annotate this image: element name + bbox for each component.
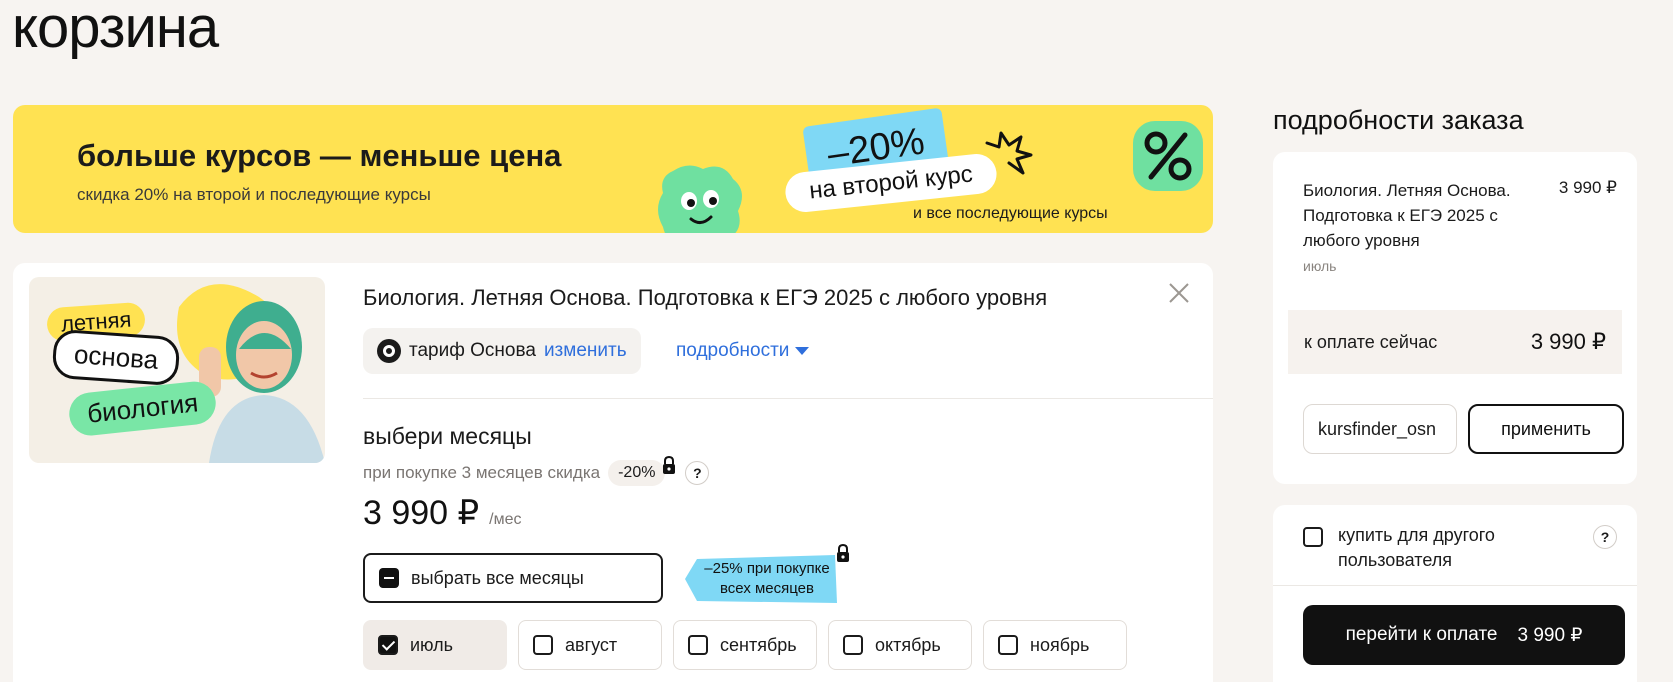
- months-subtitle: при покупке 3 месяцев скидка: [363, 463, 601, 482]
- divider: [1273, 585, 1637, 586]
- all-next-text: и все последующие курсы: [913, 205, 1108, 222]
- pay-now-label: к оплате сейчас: [1304, 331, 1438, 352]
- order-item-month: июль: [1303, 258, 1337, 274]
- change-tariff-link[interactable]: изменить: [544, 340, 627, 362]
- tariff-pill: тариф Основа изменить: [363, 328, 641, 374]
- percent-icon: [1133, 121, 1203, 191]
- select-all-label: выбрать все месяцы: [411, 567, 584, 588]
- months-discount-chip: -20%: [608, 460, 666, 486]
- order-details-title: подробности заказа: [1273, 105, 1524, 135]
- pay-now-amount: 3 990 ₽: [1530, 329, 1606, 354]
- help-icon[interactable]: ?: [685, 461, 710, 485]
- month-option-july[interactable]: июль: [363, 620, 507, 670]
- lock-icon: [663, 455, 676, 474]
- apply-promo-button[interactable]: применить: [1468, 404, 1624, 454]
- teacher-photo-icon: [177, 284, 325, 463]
- month-option-october[interactable]: октябрь: [828, 620, 972, 670]
- promo-line-1: –25% при покупке: [704, 560, 830, 577]
- month-option-august[interactable]: август: [518, 620, 662, 670]
- banner-title: больше курсов — меньше цена: [77, 138, 562, 173]
- checkbox-icon: [843, 635, 863, 655]
- promo-code-input[interactable]: [1303, 404, 1457, 454]
- checkout-label: перейти к оплате: [1345, 624, 1498, 645]
- months-subtitle-row: при покупке 3 месяцев скидка -20% ?: [363, 455, 710, 486]
- gift-label: купить для другого пользователя: [1338, 525, 1495, 570]
- checkbox-checked-icon: [378, 635, 398, 655]
- divider: [363, 398, 1213, 399]
- month-label: сентябрь: [720, 634, 797, 655]
- promo-badge-text: –25% при покупке всех месяцев: [699, 559, 835, 599]
- lock-icon: [837, 543, 849, 562]
- checkout-card: купить для другого пользователя ? перейт…: [1273, 505, 1637, 682]
- month-label: ноябрь: [1030, 634, 1090, 655]
- radio-selected-icon: [377, 339, 401, 363]
- checkbox-icon: [533, 635, 553, 655]
- image-tag-type: основа: [51, 328, 181, 387]
- course-card: летняя основа биология Биология. Летняя …: [13, 263, 1213, 682]
- month-option-november[interactable]: ноябрь: [983, 620, 1127, 670]
- order-summary-card: Биология. Летняя Основа. Подготовка к ЕГ…: [1273, 152, 1637, 484]
- blob-mascot-icon: [658, 165, 742, 233]
- month-option-september[interactable]: сентябрь: [673, 620, 817, 670]
- close-icon[interactable]: [1165, 279, 1193, 307]
- details-toggle[interactable]: подробности: [676, 340, 810, 362]
- partial-check-icon: [379, 568, 399, 588]
- price-unit: /мес: [489, 511, 522, 528]
- burst-icon: [985, 131, 1033, 175]
- page-title: корзина: [12, 0, 219, 60]
- checkbox-icon: [688, 635, 708, 655]
- course-title: Биология. Летняя Основа. Подготовка к ЕГ…: [363, 285, 1048, 310]
- order-item-price: 3 990 ₽: [1558, 178, 1617, 197]
- checkout-amount: 3 990 ₽: [1517, 624, 1583, 646]
- gift-checkbox[interactable]: [1303, 527, 1323, 547]
- monthly-price: 3 990 ₽: [363, 494, 480, 532]
- month-label: август: [565, 634, 618, 655]
- course-image: летняя основа биология: [29, 277, 325, 463]
- promo-banner[interactable]: больше курсов — меньше цена скидка 20% н…: [13, 105, 1213, 233]
- chevron-down-icon: [795, 347, 810, 355]
- months-heading: выбери месяцы: [363, 423, 532, 449]
- checkout-button[interactable]: перейти к оплате 3 990 ₽: [1303, 605, 1625, 665]
- month-label: июль: [410, 634, 454, 655]
- order-item-name: Биология. Летняя Основа. Подготовка к ЕГ…: [1303, 181, 1511, 250]
- tariff-label: тариф Основа: [409, 340, 536, 361]
- select-all-months-button[interactable]: выбрать все месяцы: [363, 553, 663, 603]
- checkbox-icon: [998, 635, 1018, 655]
- details-label: подробности: [676, 340, 790, 361]
- all-months-promo-badge: –25% при покупке всех месяцев: [685, 543, 853, 607]
- help-icon[interactable]: ?: [1593, 525, 1617, 549]
- month-selector: июль август сентябрь октябрь ноябрь: [363, 620, 1127, 670]
- price-row: 3 990 ₽ /мес: [363, 493, 522, 533]
- month-label: октябрь: [875, 634, 941, 655]
- banner-subtitle: скидка 20% на второй и последующие курсы: [77, 185, 431, 204]
- pay-now-row: к оплате сейчас 3 990 ₽: [1288, 310, 1622, 374]
- promo-line-2: всех месяцев: [720, 580, 814, 597]
